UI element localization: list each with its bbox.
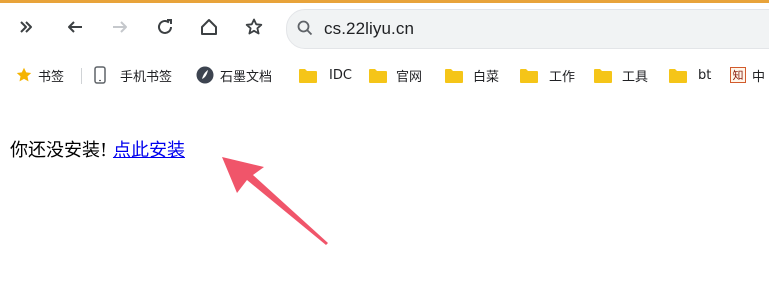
bookmark-label: IDC <box>329 67 352 83</box>
bookmark-item-work[interactable]: 工作 <box>520 64 575 86</box>
bookmark-item-bookmarks[interactable]: 书签 <box>16 64 64 86</box>
chevron-double-right-icon[interactable] <box>10 11 42 43</box>
bookmark-label: 工具 <box>622 69 649 85</box>
folder-icon <box>520 68 538 83</box>
bookmark-item-official-site[interactable]: 官网 <box>369 64 422 86</box>
back-arrow-icon[interactable] <box>59 11 91 43</box>
zhi-icon: 知 <box>730 67 746 83</box>
zhi-glyph: 知 <box>730 67 746 83</box>
phone-icon <box>94 66 106 84</box>
bookmark-label: 中 <box>752 69 766 85</box>
bookmark-label: 工作 <box>549 69 576 85</box>
home-icon[interactable] <box>193 11 225 43</box>
reload-icon[interactable] <box>149 11 181 43</box>
address-bar[interactable]: cs.22liyu.cn <box>286 9 769 49</box>
folder-icon <box>299 68 317 83</box>
bookmark-label: 手机书签 <box>120 69 173 85</box>
bookmark-item-mobile[interactable]: 手机书签 <box>94 64 172 86</box>
install-message: 你还没安装! 点此安装 <box>10 136 185 162</box>
bookmark-label: 官网 <box>396 69 423 85</box>
bookmarks-bar: 书签 手机书签 石墨文档 IDC 官网 白菜 工作 工具 bt 知 中 <box>0 58 769 92</box>
shimo-logo-icon <box>196 66 214 84</box>
page-content: 你还没安装! 点此安装 <box>0 92 769 281</box>
folder-icon <box>369 68 387 83</box>
red-arrow-icon <box>222 157 328 245</box>
bookmark-item-idc[interactable]: IDC <box>299 64 352 86</box>
bookmark-separator <box>81 68 82 84</box>
folder-icon <box>669 68 687 83</box>
bookmark-item-bt[interactable]: bt <box>669 64 711 86</box>
browser-window: cs.22liyu.cn 书签 手机书签 石墨文档 IDC 官网 白菜 工作 工… <box>0 0 769 281</box>
bookmark-label: 白菜 <box>473 69 500 85</box>
bookmark-label: 石墨文档 <box>220 69 273 85</box>
bookmark-item-zhi[interactable]: 知 中 <box>730 64 765 86</box>
bookmark-label: 书签 <box>38 69 65 85</box>
browser-toolbar: cs.22liyu.cn <box>0 3 769 54</box>
bookmark-item-shimo[interactable]: 石墨文档 <box>196 64 272 86</box>
bookmark-item-tools[interactable]: 工具 <box>594 64 648 86</box>
install-link[interactable]: 点此安装 <box>113 140 185 161</box>
forward-arrow-icon[interactable] <box>104 11 136 43</box>
search-icon <box>297 20 313 40</box>
url-text: cs.22liyu.cn <box>324 19 415 38</box>
star-icon[interactable] <box>238 11 270 43</box>
bookmark-item-baicai[interactable]: 白菜 <box>445 64 499 86</box>
bookmark-label: bt <box>698 67 712 83</box>
folder-icon <box>445 68 463 83</box>
not-installed-text: 你还没安装! <box>10 140 108 161</box>
folder-icon <box>594 68 612 83</box>
star-icon <box>16 67 32 83</box>
